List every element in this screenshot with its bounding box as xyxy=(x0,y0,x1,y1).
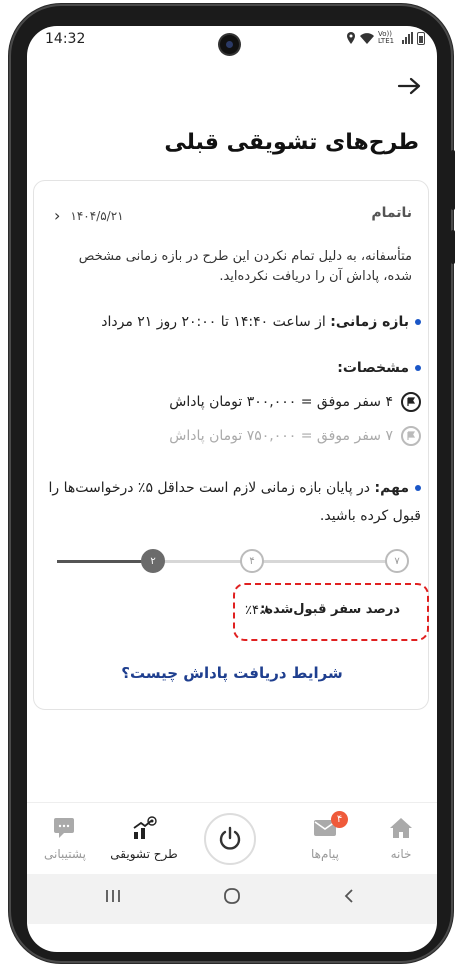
front-camera xyxy=(220,35,239,54)
mail-icon: ۴ xyxy=(285,811,365,841)
chevron-left-icon[interactable]: ‹ xyxy=(54,206,60,225)
nav-label: طرح تشویقی xyxy=(110,847,178,861)
signal-icon xyxy=(402,32,413,44)
screen: 14:32 Vo)) LTE1 طرح‌های تشویقی قبلی ناتم… xyxy=(27,26,437,952)
status-time: 14:32 xyxy=(45,31,86,47)
spec-item: ۴ سفر موفق = ۳۰۰,۰۰۰ تومان پاداش xyxy=(41,388,421,416)
bullet-icon xyxy=(415,365,421,371)
accept-rate-value: ٪۴.۸ xyxy=(245,603,271,618)
back-chevron-icon[interactable] xyxy=(343,888,355,909)
power-button[interactable] xyxy=(204,813,256,865)
nav-item-home[interactable]: خانه xyxy=(361,815,437,861)
volume-button xyxy=(451,150,455,210)
nav-label: پشتیبانی xyxy=(44,847,86,861)
bullet-icon xyxy=(415,319,421,325)
time-range-value: از ساعت ۱۴:۴۰ تا ۲۰:۰۰ روز ۲۱ مرداد xyxy=(101,314,326,330)
recents-icon[interactable] xyxy=(105,888,121,909)
progress-node-current: ۲ xyxy=(141,549,165,573)
message-badge: ۴ xyxy=(331,811,348,828)
card-status: ناتمام xyxy=(371,205,412,221)
spec-text: ۴ سفر موفق = ۳۰۰,۰۰۰ تومان پاداش xyxy=(169,394,393,410)
page-title: طرح‌های تشویقی قبلی xyxy=(164,130,419,155)
important-row: مهم: در پایان بازه زمانی لازم است حداقل … xyxy=(41,474,421,530)
specs-label: مشخصات: xyxy=(337,360,409,376)
progress-node: ۷ xyxy=(385,549,409,573)
time-range-row: بازه زمانی: از ساعت ۱۴:۴۰ تا ۲۰:۰۰ روز ۲… xyxy=(41,308,421,336)
system-nav-bar xyxy=(27,874,437,924)
bullet-icon xyxy=(415,485,421,491)
nav-label: خانه xyxy=(390,847,412,861)
nav-item-support[interactable]: پشتیبانی xyxy=(27,815,105,861)
network-label: Vo)) LTE1 xyxy=(378,30,395,45)
status-bar: 14:32 Vo)) LTE1 xyxy=(27,26,437,54)
nav-label: پیام‌ها xyxy=(310,847,340,861)
home-icon xyxy=(361,815,437,841)
time-range-label: بازه زمانی: xyxy=(330,314,409,330)
bottom-nav: خانه ۴ پیام‌ها طرح تشویقی پشت xyxy=(27,802,437,874)
power-icon xyxy=(219,826,241,850)
battery-icon xyxy=(417,31,425,45)
specs-header-row: مشخصات: xyxy=(41,354,421,382)
accept-rate-label: درصد سفر قبول‌شده: xyxy=(260,602,400,617)
progress-fill xyxy=(57,560,152,563)
important-label: مهم: xyxy=(374,480,410,496)
card-date-row[interactable]: ۱۴۰۴/۵/۲۱ ‹ xyxy=(54,206,124,225)
wifi-icon xyxy=(360,32,374,44)
power-button xyxy=(451,230,455,264)
spec-item: ۷ سفر موفق = ۷۵۰,۰۰۰ تومان پاداش xyxy=(41,422,421,450)
home-circle-icon[interactable] xyxy=(223,888,241,909)
flag-icon xyxy=(401,392,421,412)
location-icon xyxy=(347,32,355,44)
spec-text: ۷ سفر موفق = ۷۵۰,۰۰۰ تومان پاداش xyxy=(169,428,393,444)
nav-item-incentive[interactable]: طرح تشویقی xyxy=(104,815,184,861)
arrow-right-icon[interactable] xyxy=(397,76,423,96)
flag-icon xyxy=(401,426,421,446)
reward-conditions-link[interactable]: شرایط دریافت پاداش چیست؟ xyxy=(27,664,437,682)
progress-node: ۴ xyxy=(240,549,264,573)
progress-track: ۷ ۴ ۲ xyxy=(57,549,409,573)
status-icons: Vo)) LTE1 xyxy=(346,31,425,45)
card-date: ۱۴۰۴/۵/۲۱ xyxy=(70,208,124,223)
nav-item-messages[interactable]: ۴ پیام‌ها xyxy=(285,811,365,861)
support-chat-icon xyxy=(27,815,105,841)
card-description: متأسفانه، به دلیل تمام نکردن این طرح در … xyxy=(78,249,412,284)
incentive-chart-icon xyxy=(104,815,184,841)
important-text: در پایان بازه زمانی لازم است حداقل ۵٪ در… xyxy=(48,480,421,524)
